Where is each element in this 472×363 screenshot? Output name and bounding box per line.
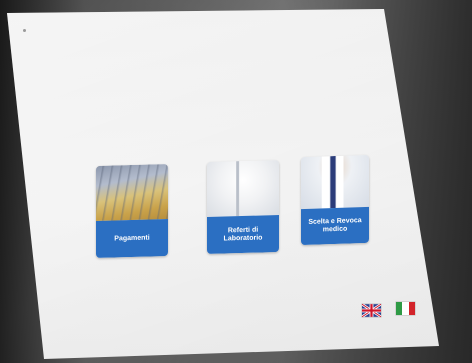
tile-referti-di-laboratorio[interactable]: Referti di Laboratorio	[207, 160, 279, 254]
tile-label-box: Referti di Laboratorio	[207, 215, 279, 254]
tile-label: Pagamenti	[114, 234, 150, 242]
tile-label: Referti di Laboratorio	[223, 226, 263, 243]
tile-scelta-e-revoca-medico[interactable]: Scelta e Revoca medico	[301, 154, 369, 246]
tile-label-box: Pagamenti	[96, 219, 168, 258]
italy-flag-icon[interactable]	[396, 302, 415, 315]
credit-cards-image	[96, 164, 168, 221]
doctor-lab-coat-image	[207, 160, 279, 217]
tile-label-box: Scelta e Revoca medico	[301, 206, 369, 246]
italy-flag-red-band	[408, 302, 415, 315]
tile-label: Scelta e Revoca medico	[308, 217, 362, 234]
screen-indicator-dot	[23, 29, 26, 32]
uk-flag-icon[interactable]	[362, 304, 381, 317]
doctor-with-tie-image	[301, 154, 369, 210]
tile-pagamenti[interactable]: Pagamenti	[96, 164, 168, 258]
photo-of-kiosk-screen: Pagamenti Referti di Laboratorio Scelta …	[0, 0, 472, 363]
